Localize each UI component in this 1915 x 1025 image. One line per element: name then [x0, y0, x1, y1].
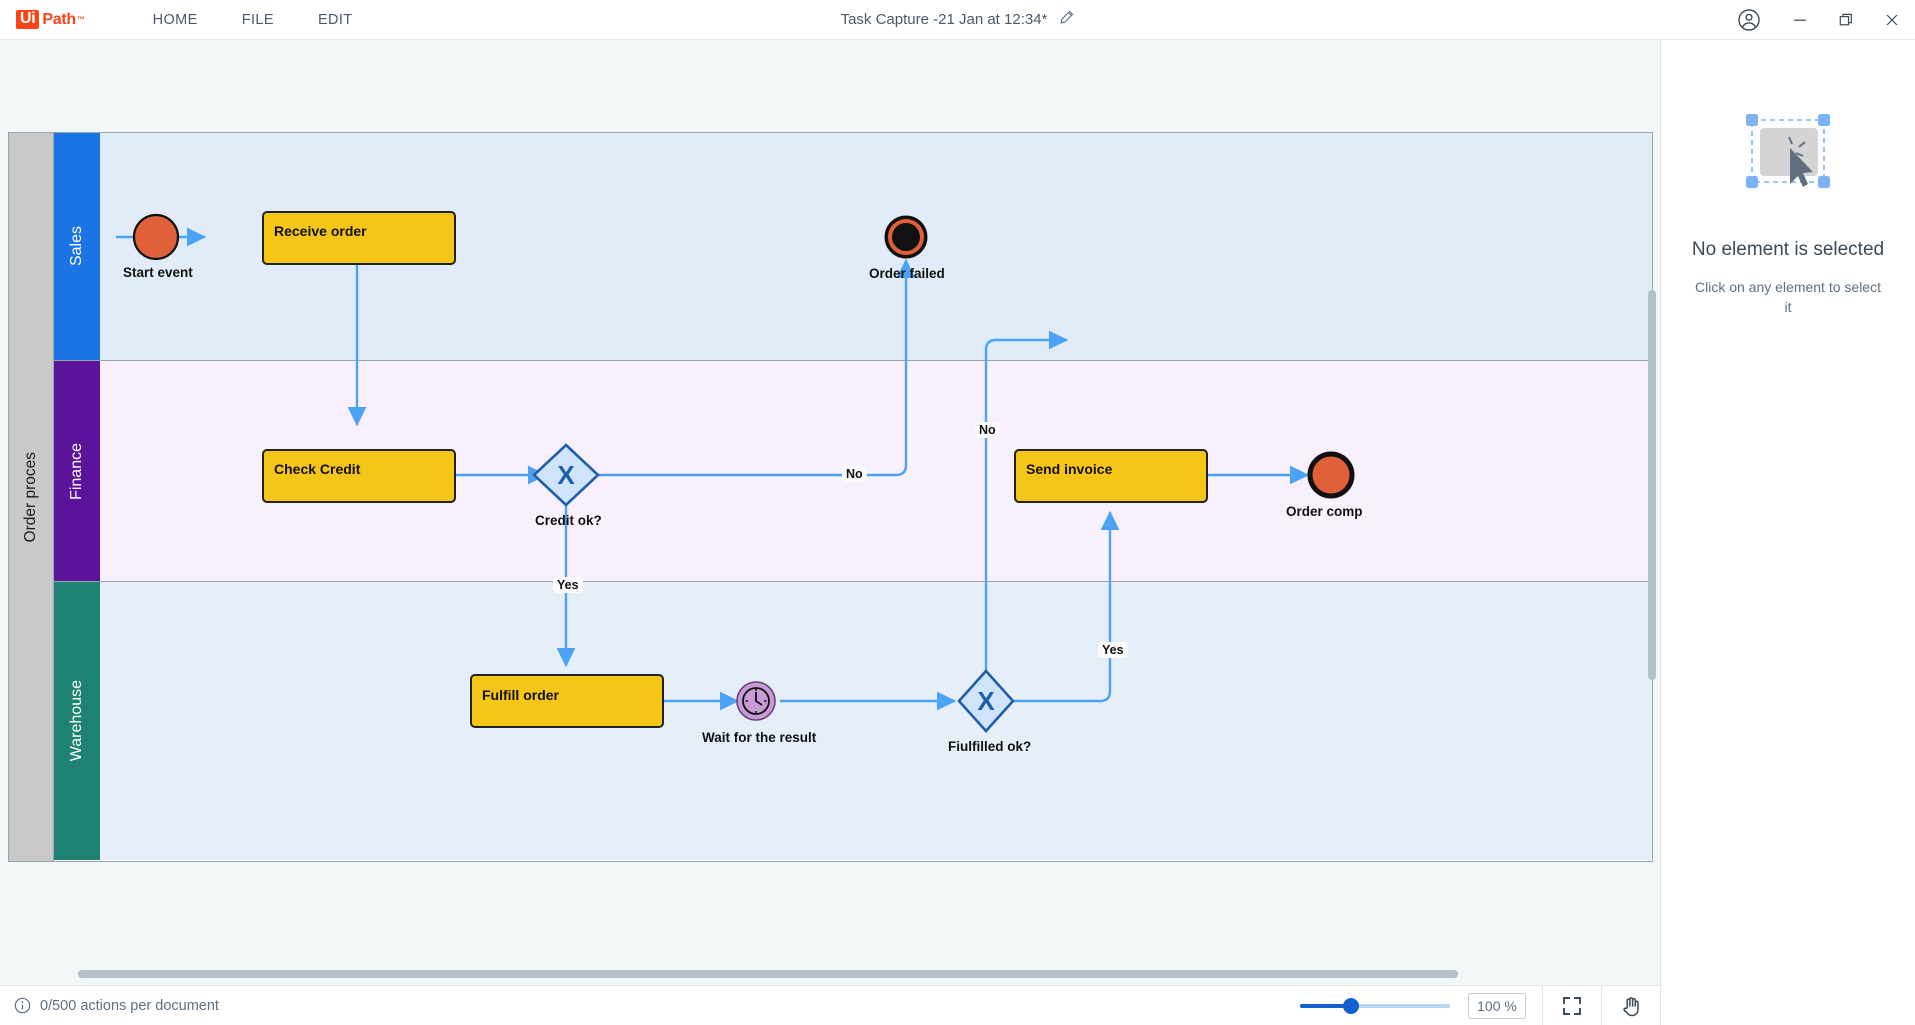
menu-item-home[interactable]: HOME [131, 2, 220, 38]
empty-state-subtitle: Click on any element to select it [1695, 278, 1881, 315]
close-icon [1886, 14, 1898, 26]
label-start-event: Start event [123, 265, 193, 280]
label-wait-timer: Wait for the result [702, 730, 817, 745]
lane-label-warehouse: Warehouse [68, 680, 85, 762]
lane-sales[interactable]: Sales [54, 133, 1652, 360]
zoom-slider[interactable] [1300, 997, 1450, 1014]
window-controls [1721, 0, 1915, 40]
label-fulfill-order: Fulfill order [482, 687, 559, 703]
properties-panel: No element is selected Click on any elem… [1660, 40, 1915, 1025]
flow-label-credit-no: No [842, 466, 867, 482]
label-fulfilled-gateway: Fiulfilled ok? [948, 739, 1032, 754]
pool-header[interactable]: Order proces [9, 133, 54, 861]
menu-item-edit[interactable]: EDIT [296, 2, 375, 38]
zoom-slider-group[interactable] [1282, 986, 1468, 1025]
menu-item-file[interactable]: FILE [220, 2, 296, 38]
lane-header-sales[interactable]: Sales [54, 133, 100, 360]
uipath-logo: Ui Path ™ [16, 10, 85, 29]
selection-placeholder-icon [1738, 108, 1838, 209]
lane-body-sales[interactable] [100, 133, 1652, 360]
minimize-button[interactable] [1777, 0, 1823, 40]
lane-warehouse[interactable]: Warehouse [54, 581, 1652, 860]
label-order-complete: Order comp [1286, 504, 1363, 519]
lane-label-sales: Sales [68, 226, 85, 267]
close-button[interactable] [1869, 0, 1915, 40]
restore-icon [1839, 13, 1852, 26]
pan-tool-button[interactable] [1602, 986, 1660, 1025]
info-icon [14, 997, 31, 1014]
diagram-canvas[interactable]: Order proces Sales Finance Warehouse X X… [0, 40, 1660, 985]
label-credit-gateway: Credit ok? [535, 513, 602, 528]
account-circle-icon [1738, 9, 1760, 31]
pool-order-process[interactable]: Order proces Sales Finance Warehouse [8, 132, 1653, 862]
main-menu: HOME FILE EDIT [131, 2, 375, 38]
flow-label-fulfil-no: No [975, 422, 1000, 438]
flow-label-fulfil-yes: Yes [1098, 642, 1128, 658]
minimize-icon [1794, 19, 1806, 21]
document-title: Task Capture -21 Jan at 12:34* [840, 11, 1048, 28]
restore-button[interactable] [1823, 0, 1869, 40]
label-receive-order: Receive order [274, 223, 367, 239]
lane-stack: Sales Finance Warehouse [54, 133, 1652, 861]
label-order-failed: Order failed [869, 266, 945, 281]
account-button[interactable] [1721, 0, 1777, 40]
pencil-icon[interactable] [1059, 10, 1074, 30]
zoom-controls: 100 % [1282, 986, 1660, 1025]
flow-label-credit-yes: Yes [553, 577, 583, 593]
fit-to-screen-icon [1563, 996, 1581, 1015]
lane-label-finance: Finance [68, 442, 85, 500]
lane-body-warehouse[interactable] [100, 582, 1652, 860]
label-send-invoice: Send invoice [1026, 461, 1113, 477]
zoom-level-value[interactable]: 100 % [1468, 992, 1526, 1019]
status-bar: 0/500 actions per document 100 % [0, 985, 1660, 1025]
canvas-vertical-scrollbar[interactable] [1648, 290, 1656, 680]
logo-ui-mark: Ui [16, 10, 40, 29]
zoom-slider-handle[interactable] [1343, 997, 1359, 1014]
pan-hand-icon [1623, 996, 1639, 1016]
empty-state-title: No element is selected [1691, 239, 1885, 260]
pool-label: Order proces [22, 451, 39, 543]
title-bar: Ui Path ™ HOME FILE EDIT Task Capture -2… [0, 0, 1915, 40]
actions-counter: 0/500 actions per document [14, 997, 219, 1014]
label-check-credit: Check Credit [274, 461, 361, 477]
canvas-horizontal-scrollbar[interactable] [78, 970, 1458, 978]
fit-to-screen-button[interactable] [1543, 986, 1601, 1025]
actions-counter-text: 0/500 actions per document [40, 997, 219, 1014]
logo-path-text: Path [42, 10, 76, 28]
lane-header-warehouse[interactable]: Warehouse [54, 582, 100, 860]
logo-trademark: ™ [76, 15, 85, 24]
lane-header-finance[interactable]: Finance [54, 361, 100, 581]
